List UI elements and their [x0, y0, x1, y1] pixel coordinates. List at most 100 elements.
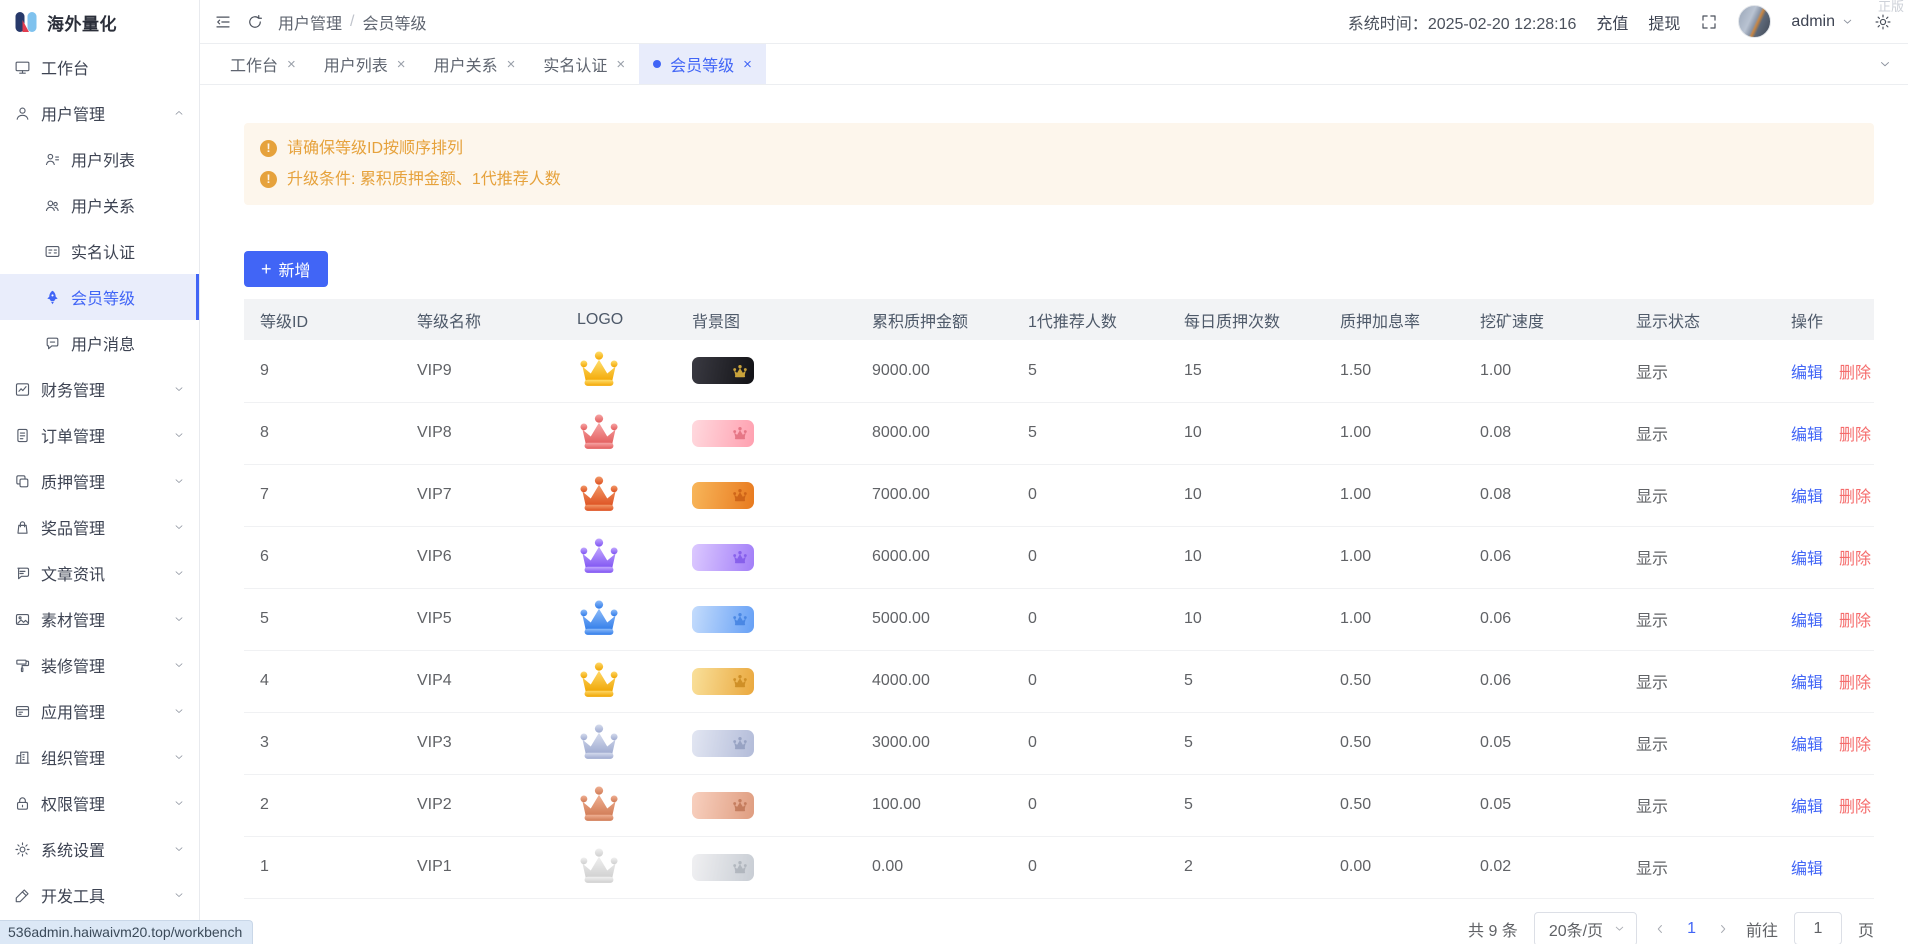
goto-page-input[interactable] [1794, 912, 1842, 944]
crown-icon [732, 612, 748, 626]
edit-link[interactable]: 编辑 [1791, 613, 1823, 630]
sidebar-item-dev-tools[interactable]: 开发工具 [0, 872, 199, 918]
sidebar-item-user-list[interactable]: 用户列表 [0, 136, 199, 182]
user-menu[interactable]: admin [1791, 13, 1854, 31]
chevron-down-icon [173, 521, 185, 533]
sidebar-item-order-mgmt[interactable]: 订单管理 [0, 412, 199, 458]
tab-user-list[interactable]: 用户列表× [310, 44, 420, 84]
delete-link[interactable]: 删除 [1839, 551, 1871, 568]
sidebar-item-realname-auth[interactable]: 实名认证 [0, 228, 199, 274]
cell-name: VIP2 [401, 774, 561, 836]
delete-link[interactable]: 删除 [1839, 737, 1871, 754]
tab-label: 实名认证 [543, 52, 607, 76]
sidebar-item-user-relation[interactable]: 用户关系 [0, 182, 199, 228]
sidebar-item-decorate-mgmt[interactable]: 装修管理 [0, 642, 199, 688]
add-button[interactable]: + 新增 [244, 251, 328, 287]
cell-rate: 1.50 [1324, 340, 1464, 402]
sidebar-item-label: 会员等级 [71, 285, 185, 309]
edit-link[interactable]: 编辑 [1791, 427, 1823, 444]
column-header: 挖矿速度 [1464, 299, 1620, 340]
chev-down-icon [1878, 57, 1892, 71]
settings-gear-icon[interactable] [1874, 13, 1892, 31]
sidebar-item-member-level[interactable]: 会员等级 [0, 274, 199, 320]
close-icon[interactable]: × [507, 57, 516, 72]
cell-ops: 编辑删除 [1775, 774, 1874, 836]
edit-link[interactable]: 编辑 [1791, 799, 1823, 816]
close-icon[interactable]: × [397, 57, 406, 72]
delete-link[interactable]: 删除 [1839, 675, 1871, 692]
sidebar-item-prize-mgmt[interactable]: 奖品管理 [0, 504, 199, 550]
sidebar-item-org-mgmt[interactable]: 组织管理 [0, 734, 199, 780]
sidebar-item-user-mgmt[interactable]: 用户管理 [0, 90, 199, 136]
crown-icon [732, 736, 748, 750]
sidebar-item-label: 装修管理 [41, 653, 163, 677]
system-time: 系统时间：2025-02-20 12:28:16 [1348, 10, 1577, 34]
tab-actions-chevron-icon[interactable] [1862, 44, 1908, 84]
chev-down-icon [173, 475, 185, 487]
cell-status: 显示 [1620, 588, 1775, 650]
sidebar-item-article-news[interactable]: 文章资讯 [0, 550, 199, 596]
crown-icon [732, 364, 748, 378]
sidebar-item-label: 工作台 [41, 55, 185, 79]
level-badge [692, 606, 754, 633]
cell-daily: 10 [1168, 526, 1324, 588]
cell-daily: 2 [1168, 836, 1324, 898]
close-icon[interactable]: × [743, 57, 752, 72]
cell-id: 7 [244, 464, 401, 526]
chev-down-icon [173, 521, 185, 533]
tab-realname-auth[interactable]: 实名认证 × [529, 44, 639, 84]
page-size-select[interactable]: 20条/页 [1534, 912, 1637, 944]
chevron-down-icon [173, 383, 185, 395]
sidebar-item-sys-settings[interactable]: 系统设置 [0, 826, 199, 872]
column-header: 操作 [1775, 299, 1874, 340]
cell-id: 3 [244, 712, 401, 774]
recharge-button[interactable]: 充值 [1596, 10, 1628, 34]
cell-gen1: 0 [1012, 464, 1168, 526]
close-icon[interactable]: × [616, 57, 625, 72]
tab-workbench[interactable]: 工作台× [216, 44, 310, 84]
crown-icon [732, 550, 748, 564]
cell-daily: 10 [1168, 402, 1324, 464]
cell-amount: 0.00 [856, 836, 1012, 898]
crown-icon [577, 845, 621, 885]
refresh-icon[interactable] [246, 13, 264, 31]
page-number[interactable]: 1 [1683, 920, 1700, 938]
close-icon[interactable]: × [287, 57, 296, 72]
edit-link[interactable]: 编辑 [1791, 365, 1823, 382]
edit-link[interactable]: 编辑 [1791, 861, 1823, 878]
sidebar-item-material-mgmt[interactable]: 素材管理 [0, 596, 199, 642]
cell-logo [561, 340, 676, 402]
next-page-icon[interactable] [1716, 922, 1730, 936]
delete-link[interactable]: 删除 [1839, 427, 1871, 444]
crown-icon [732, 674, 748, 688]
pagination: 共 9 条 20条/页 1 前往 页 [244, 912, 1874, 944]
edit-link[interactable]: 编辑 [1791, 489, 1823, 506]
sidebar-item-pledge-mgmt[interactable]: 质押管理 [0, 458, 199, 504]
delete-link[interactable]: 删除 [1839, 799, 1871, 816]
sidebar-item-finance-mgmt[interactable]: 财务管理 [0, 366, 199, 412]
delete-link[interactable]: 删除 [1839, 613, 1871, 630]
sidebar-item-perm-mgmt[interactable]: 权限管理 [0, 780, 199, 826]
tab-user-relation[interactable]: 用户关系× [420, 44, 530, 84]
fullscreen-icon [1700, 13, 1718, 31]
withdraw-button[interactable]: 提现 [1648, 10, 1680, 34]
sidebar-item-workbench[interactable]: 工作台 [0, 44, 199, 90]
sidebar-item-app-mgmt[interactable]: 应用管理 [0, 688, 199, 734]
delete-link[interactable]: 删除 [1839, 489, 1871, 506]
tab-member-level[interactable]: 会员等级× [639, 44, 766, 84]
prev-page-icon[interactable] [1653, 922, 1667, 936]
sidebar-menu: 工作台用户管理用户列表用户关系实名认证会员等级用户消息财务管理订单管理质押管理奖… [0, 44, 199, 944]
collapse-sidebar-icon[interactable] [214, 13, 232, 31]
chevron-down-icon [173, 613, 185, 625]
breadcrumb-parent[interactable]: 用户管理 [278, 10, 342, 34]
cell-gen1: 0 [1012, 650, 1168, 712]
delete-link[interactable]: 删除 [1839, 365, 1871, 382]
brand-logo[interactable]: 海外量化 [0, 0, 199, 44]
avatar[interactable] [1738, 5, 1771, 38]
edit-link[interactable]: 编辑 [1791, 551, 1823, 568]
edit-link[interactable]: 编辑 [1791, 675, 1823, 692]
total-count-label: 共 9 条 [1468, 917, 1518, 941]
edit-link[interactable]: 编辑 [1791, 737, 1823, 754]
sidebar-item-user-message[interactable]: 用户消息 [0, 320, 199, 366]
fullscreen-icon[interactable] [1700, 13, 1718, 31]
